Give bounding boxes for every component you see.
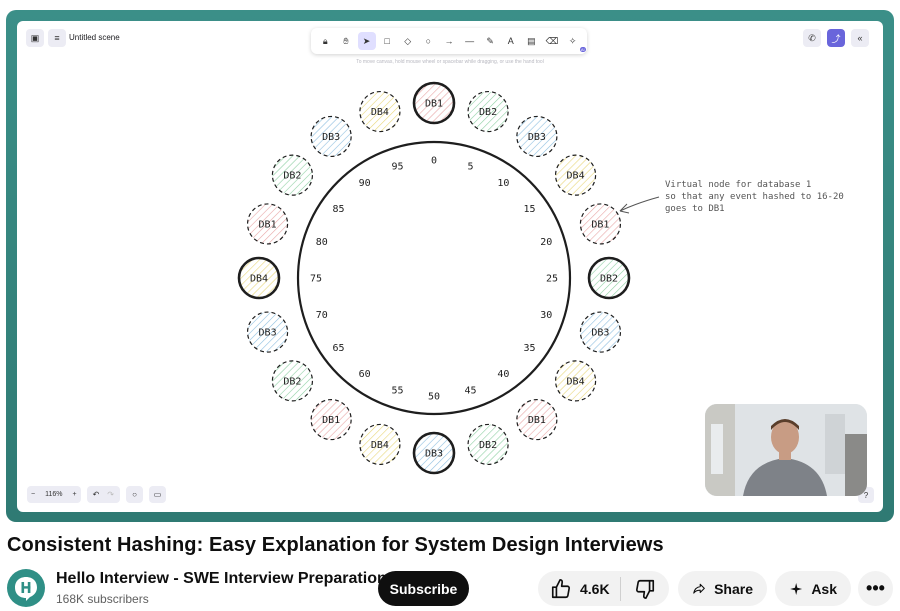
like-count: 4.6K [580, 580, 610, 597]
hash-ring [296, 140, 572, 416]
annotation-arrow [619, 196, 660, 212]
ring-position-label: 45 [464, 386, 476, 397]
node-label: DB1 [259, 219, 277, 230]
virtual-node: DB3 [579, 311, 622, 353]
physical-node: DB2 [587, 256, 631, 300]
ring-position-label: 65 [333, 343, 345, 354]
virtual-node: DB1 [246, 203, 289, 245]
node-label: DB2 [283, 171, 301, 182]
virtual-node: DB3 [310, 115, 352, 158]
virtual-node: DB1 [310, 398, 352, 441]
node-label: DB1 [528, 415, 546, 426]
node-label: DB2 [479, 107, 497, 118]
node-label: DB4 [250, 274, 268, 285]
node-label: DB2 [283, 376, 301, 387]
ring-position-label: 85 [333, 204, 345, 215]
thumbs-up-icon [551, 578, 571, 598]
like-dislike-group: 4.6K [538, 571, 669, 606]
virtual-node: DB2 [467, 90, 509, 133]
share-arrow-icon [693, 583, 705, 594]
ring-position-label: 25 [546, 274, 558, 285]
virtual-node: DB3 [516, 115, 558, 158]
ring-position-label: 80 [316, 237, 328, 248]
ring-position-label: 5 [467, 161, 473, 172]
ring-position-label: 95 [392, 161, 404, 172]
virtual-node: DB4 [554, 360, 597, 402]
virtual-node: DB4 [359, 423, 401, 466]
thumbs-down-icon [635, 579, 655, 599]
share-button[interactable]: Share [678, 571, 767, 606]
physical-node: DB4 [237, 256, 281, 300]
node-label: DB1 [591, 219, 609, 230]
virtual-node: DB1 [579, 203, 622, 245]
virtual-node: DB4 [554, 154, 597, 196]
more-actions-icon[interactable]: ••• [858, 571, 893, 606]
physical-node: DB1 [412, 81, 456, 125]
ask-label: Ask [811, 580, 837, 597]
ring-position-label: 70 [316, 310, 328, 321]
node-label: DB3 [591, 328, 609, 339]
subscriber-count: 168K subscribers [56, 592, 149, 606]
node-label: DB2 [479, 440, 497, 451]
ring-position-label: 60 [359, 369, 371, 380]
ring-position-label: 30 [540, 310, 552, 321]
ring-position-label: 40 [497, 369, 509, 380]
ring-position-label: 75 [310, 274, 322, 285]
physical-node: DB3 [412, 431, 456, 475]
ring-position-label: 55 [392, 386, 404, 397]
node-label: DB3 [259, 328, 277, 339]
ring-position-label: 0 [431, 156, 437, 167]
node-label: DB3 [322, 132, 340, 143]
channel-avatar[interactable] [7, 569, 45, 607]
ask-button[interactable]: Ask [775, 571, 851, 606]
ring-position-label: 15 [523, 204, 535, 215]
ring-position-label: 10 [497, 178, 509, 189]
node-label: DB1 [322, 415, 340, 426]
virtual-node: DB2 [271, 360, 314, 402]
ring-position-label: 90 [359, 178, 371, 189]
ring-position-label: 50 [428, 392, 440, 403]
virtual-node: DB1 [516, 398, 558, 441]
node-label: DB3 [425, 449, 443, 460]
node-label: DB1 [425, 99, 443, 110]
virtual-node: DB3 [246, 311, 289, 353]
annotation-line-2: so that any event hashed to 16-20 [665, 192, 844, 202]
node-label: DB3 [528, 132, 546, 143]
channel-name[interactable]: Hello Interview - SWE Interview Preparat… [56, 570, 387, 588]
share-label: Share [714, 580, 753, 597]
video-title[interactable]: Consistent Hashing: Easy Explanation for… [7, 534, 664, 557]
presenter-webcam [705, 404, 867, 496]
node-label: DB4 [567, 171, 585, 182]
sparkle-icon [790, 582, 803, 595]
like-button[interactable]: 4.6K [538, 578, 620, 600]
subscribe-button[interactable]: Subscribe [378, 571, 469, 606]
whiteboard-canvas[interactable]: ▣ ≡ Untitled scene 🔒︎ ✋︎ ➤ □ ◇ ○ → — ✎ A… [17, 21, 883, 512]
ring-position-label: 35 [523, 343, 535, 354]
channel-logo-icon [15, 577, 37, 601]
virtual-node: DB2 [271, 154, 314, 196]
dislike-button[interactable] [621, 578, 669, 600]
node-label: DB2 [600, 274, 618, 285]
node-label: DB4 [371, 440, 389, 451]
ring-position-label: 20 [540, 237, 552, 248]
annotation-line-3: goes to DB1 [665, 204, 725, 214]
presenter-video-image [705, 404, 867, 496]
node-label: DB4 [567, 376, 585, 387]
virtual-node: DB4 [359, 90, 401, 133]
annotation-line-1: Virtual node for database 1 [665, 180, 811, 190]
virtual-node: DB2 [467, 423, 509, 466]
node-label: DB4 [371, 107, 389, 118]
